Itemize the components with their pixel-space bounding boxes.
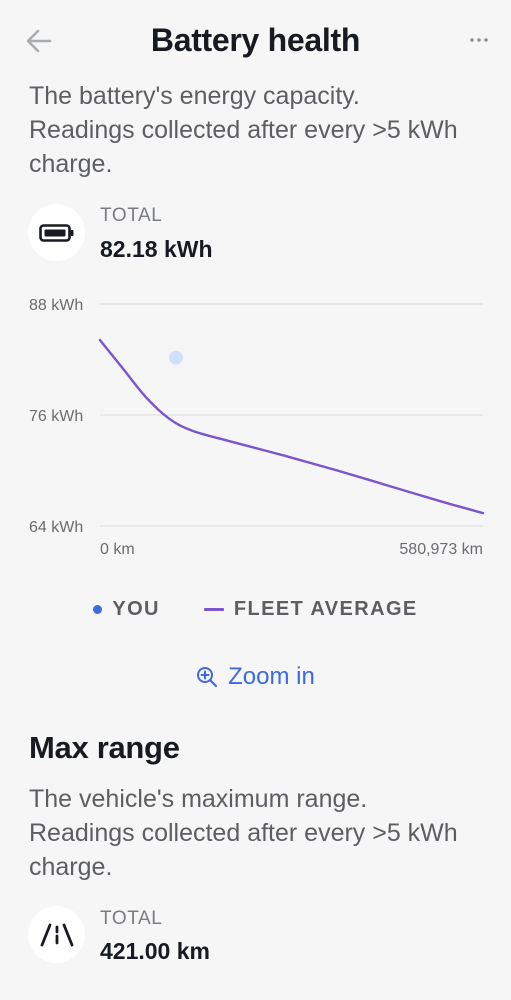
chart-svg: 88 kWh 76 kWh 64 kWh 0 km 580,973 km (29, 297, 485, 558)
legend-item-fleet: FLEET AVERAGE (203, 597, 418, 621)
road-icon (40, 923, 73, 946)
battery-stat-label: TOTAL (100, 205, 163, 226)
range-stat-value: 421.00 km (100, 938, 210, 964)
x-tick-label: 0 km (100, 541, 135, 558)
page-title: Battery health (150, 22, 361, 58)
more-options-button[interactable] (467, 28, 491, 52)
you-data-point (168, 350, 183, 365)
legend-item-you: YOU (93, 598, 160, 621)
zoom-in-icon (197, 667, 218, 688)
legend-fleet-label: FLEET AVERAGE (233, 597, 418, 620)
range-stat-label: TOTAL (100, 908, 163, 929)
header: Battery health (0, 0, 511, 84)
y-tick-label: 64 kWh (29, 519, 83, 536)
battery-capacity-chart: 88 kWh 76 kWh 64 kWh 0 km 580,973 km (0, 285, 511, 565)
range-description: The vehicle's maximum range. Readings co… (29, 785, 458, 881)
battery-icon (38, 223, 73, 242)
chart-legend: YOU FLEET AVERAGE (0, 594, 511, 624)
zoom-in-label: Zoom in (228, 663, 315, 690)
battery-stat-value: 82.18 kWh (100, 236, 213, 262)
y-tick-label: 88 kWh (29, 297, 83, 314)
x-tick-label: 580,973 km (399, 541, 483, 558)
fleet-average-line (98, 338, 485, 515)
road-icon-circle (28, 906, 85, 963)
more-horizontal-icon (470, 38, 488, 42)
battery-description: The battery's energy capacity. Readings … (29, 82, 458, 178)
legend-you-label: YOU (112, 597, 160, 620)
battery-icon-circle (28, 204, 85, 261)
you-dot-icon (93, 604, 103, 614)
max-range-title: Max range (29, 730, 180, 765)
fleet-line-icon (203, 607, 224, 611)
zoom-in-button[interactable]: Zoom in (0, 660, 511, 694)
y-tick-label: 76 kWh (29, 408, 83, 425)
